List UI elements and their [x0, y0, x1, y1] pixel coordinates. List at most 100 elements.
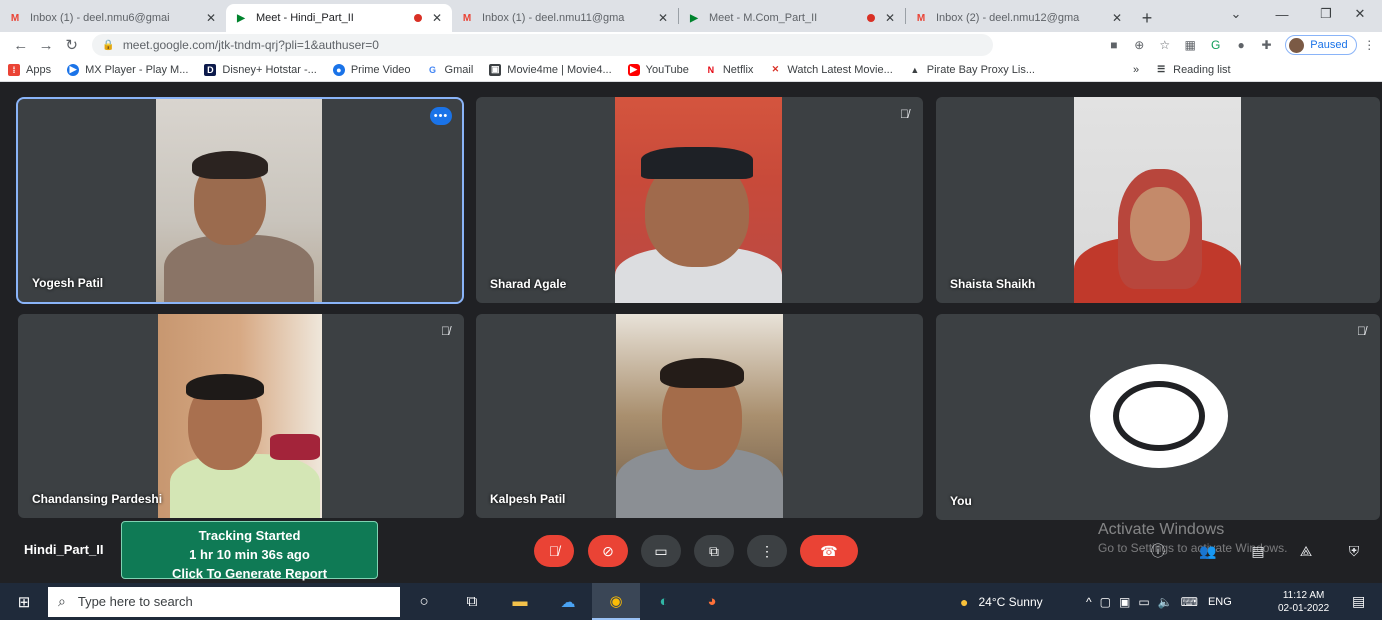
cortana-icon[interactable]: ○: [400, 583, 448, 620]
minimize-icon[interactable]: —: [1260, 0, 1304, 28]
back-icon[interactable]: ←: [8, 32, 33, 58]
bookmark-youtube[interactable]: ▶ YouTube: [620, 63, 697, 76]
people-icon[interactable]: 👥: [1196, 540, 1220, 562]
weather-widget[interactable]: ● 24°C Sunny: [960, 583, 1043, 620]
bookmark-prime-video[interactable]: ● Prime Video: [325, 63, 419, 76]
attendance-tracker-popup[interactable]: Tracking Started 1 hr 10 min 36s ago Cli…: [121, 521, 378, 581]
more-options-icon[interactable]: •••: [430, 107, 452, 125]
participant-tile-kalpesh[interactable]: Kalpesh Patil: [476, 314, 923, 518]
prime-video-icon: ●: [332, 63, 345, 76]
tab-meet-mcom[interactable]: ▶ Meet - M.Com_Part_II ✕: [679, 4, 905, 32]
install-app-icon[interactable]: ⊕: [1127, 34, 1152, 56]
file-explorer-icon[interactable]: ▬: [496, 583, 544, 620]
bookmark-star-icon[interactable]: ☆: [1152, 34, 1177, 56]
clock[interactable]: 11:12 AM 02-01-2022: [1278, 583, 1329, 620]
firefox-icon[interactable]: ◕: [688, 583, 736, 620]
keyboard-icon[interactable]: ⌨: [1181, 595, 1198, 609]
participant-tile-sharad[interactable]: 🎙̸ Sharad Agale: [476, 97, 923, 303]
generate-report-link[interactable]: Click To Generate Report: [122, 564, 377, 583]
gmail-icon: M: [462, 12, 472, 24]
host-controls-icon[interactable]: ⛨: [1342, 540, 1366, 562]
participant-video: [615, 97, 782, 303]
mic-off-icon: 🎙̸: [441, 324, 450, 338]
tray-chevron-icon[interactable]: ^: [1086, 595, 1092, 609]
tab-meet-hindi[interactable]: ▶ Meet - Hindi_Part_II ✕: [226, 4, 452, 32]
lock-icon[interactable]: 🔒: [102, 40, 114, 51]
search-placeholder: Type here to search: [77, 594, 193, 609]
tab-title: Inbox (1) - deel.nmu11@gma: [482, 12, 625, 24]
reload-icon[interactable]: ↻: [59, 32, 84, 58]
address-bar[interactable]: 🔒 meet.google.com/jtk-tndm-qrj?pli=1&aut…: [92, 34, 994, 56]
bookmark-gmail[interactable]: G Gmail: [419, 64, 482, 76]
captions-button[interactable]: ▭: [641, 535, 681, 567]
hotstar-icon: D: [204, 63, 217, 76]
more-options-button[interactable]: ⋮: [747, 535, 787, 567]
camera-in-use-icon[interactable]: ■: [1101, 34, 1126, 56]
university-logo: [1090, 364, 1228, 468]
windows-start-icon[interactable]: ⊞: [0, 583, 48, 620]
recording-indicator-icon: [867, 14, 875, 22]
tab-gmail-1[interactable]: M Inbox (1) - deel.nmu6@gmai ✕: [0, 4, 226, 32]
bookmarks-overflow-icon[interactable]: »: [1125, 64, 1147, 76]
tab-gmail-3[interactable]: M Inbox (2) - deel.nmu12@gma ✕: [906, 4, 1132, 32]
notification-center-icon[interactable]: ▤: [1352, 583, 1365, 620]
close-tab-icon[interactable]: ✕: [430, 11, 444, 25]
camera-toggle-button[interactable]: ⊘: [588, 535, 628, 567]
participant-tile-shaista[interactable]: Shaista Shaikh: [936, 97, 1380, 303]
participant-name: You: [950, 494, 972, 508]
watch-icon: ✕: [771, 64, 780, 74]
reading-list-button[interactable]: ☰ Reading list: [1147, 64, 1238, 76]
close-tab-icon[interactable]: ✕: [204, 11, 218, 25]
profile-status: Paused: [1310, 39, 1348, 51]
bookmark-movie4me[interactable]: ▣ Movie4me | Movie4...: [481, 63, 619, 76]
bookmark-hotstar[interactable]: D Disney+ Hotstar -...: [196, 63, 324, 76]
cloud-app-icon[interactable]: ☁: [544, 583, 592, 620]
extension-grid-icon[interactable]: ▦: [1177, 34, 1202, 56]
extension-g-icon[interactable]: G: [1203, 34, 1228, 56]
participant-video: [158, 314, 322, 518]
extension-mask-icon[interactable]: ●: [1228, 34, 1253, 56]
close-tab-icon[interactable]: ✕: [883, 11, 897, 25]
recording-indicator-icon: [414, 14, 422, 22]
participant-name: Chandansing Pardeshi: [32, 492, 163, 506]
weather-sun-icon: ●: [960, 593, 969, 610]
menu-kebab-icon[interactable]: ⋮: [1357, 34, 1382, 56]
activities-icon[interactable]: ⟁: [1294, 540, 1318, 562]
close-tab-icon[interactable]: ✕: [656, 11, 670, 25]
task-view-icon[interactable]: ⧉: [448, 583, 496, 620]
tray-app2-icon[interactable]: ▣: [1119, 595, 1130, 609]
chat-icon[interactable]: ▤: [1246, 540, 1270, 562]
participant-tile-chandansing[interactable]: 🎙̸ Chandansing Pardeshi: [18, 314, 464, 518]
bookmark-pirate-bay[interactable]: ▲ Pirate Bay Proxy Lis...: [901, 64, 1043, 76]
tab-search-icon[interactable]: ⌄: [1214, 0, 1258, 28]
pirate-icon: ▲: [910, 64, 920, 75]
bookmark-netflix[interactable]: N Netflix: [697, 64, 762, 76]
meeting-details-icon[interactable]: ⓘ: [1146, 540, 1170, 562]
extensions-puzzle-icon[interactable]: ✚: [1254, 34, 1279, 56]
participant-name: Kalpesh Patil: [490, 492, 566, 506]
chrome-icon[interactable]: ◉: [592, 583, 640, 620]
tab-gmail-2[interactable]: M Inbox (1) - deel.nmu11@gma ✕: [452, 4, 678, 32]
bookmark-label: Movie4me | Movie4...: [507, 63, 612, 76]
bookmark-mx-player[interactable]: ▶ MX Player - Play M...: [59, 63, 196, 76]
close-window-icon[interactable]: ✕: [1338, 0, 1382, 28]
bookmark-watch-movie[interactable]: ✕ Watch Latest Movie...: [761, 64, 900, 76]
tab-title: Inbox (1) - deel.nmu6@gmai: [30, 12, 170, 24]
language-indicator[interactable]: ENG: [1208, 596, 1232, 608]
tray-app-icon[interactable]: ▢: [1100, 595, 1111, 609]
mic-toggle-button[interactable]: 🎙̸: [534, 535, 574, 567]
leave-call-button[interactable]: ☎: [800, 535, 858, 567]
profile-button[interactable]: Paused: [1285, 35, 1357, 55]
new-tab-button[interactable]: +: [1132, 4, 1162, 32]
bookmark-apps[interactable]: ⁞ Apps: [0, 63, 59, 76]
volume-icon[interactable]: 🔈: [1158, 595, 1173, 609]
participant-tile-yogesh[interactable]: ••• Yogesh Patil: [16, 97, 464, 304]
battery-icon[interactable]: ▭: [1138, 595, 1149, 609]
taskbar-search[interactable]: ⌕ Type here to search: [48, 586, 400, 617]
edge-icon[interactable]: ◐: [640, 583, 688, 620]
forward-icon[interactable]: →: [33, 32, 58, 58]
bookmark-label: Pirate Bay Proxy Lis...: [926, 63, 1035, 76]
present-button[interactable]: ⧉: [694, 535, 734, 567]
close-tab-icon[interactable]: ✕: [1110, 11, 1124, 25]
mic-off-icon: 🎙̸: [1357, 324, 1366, 338]
